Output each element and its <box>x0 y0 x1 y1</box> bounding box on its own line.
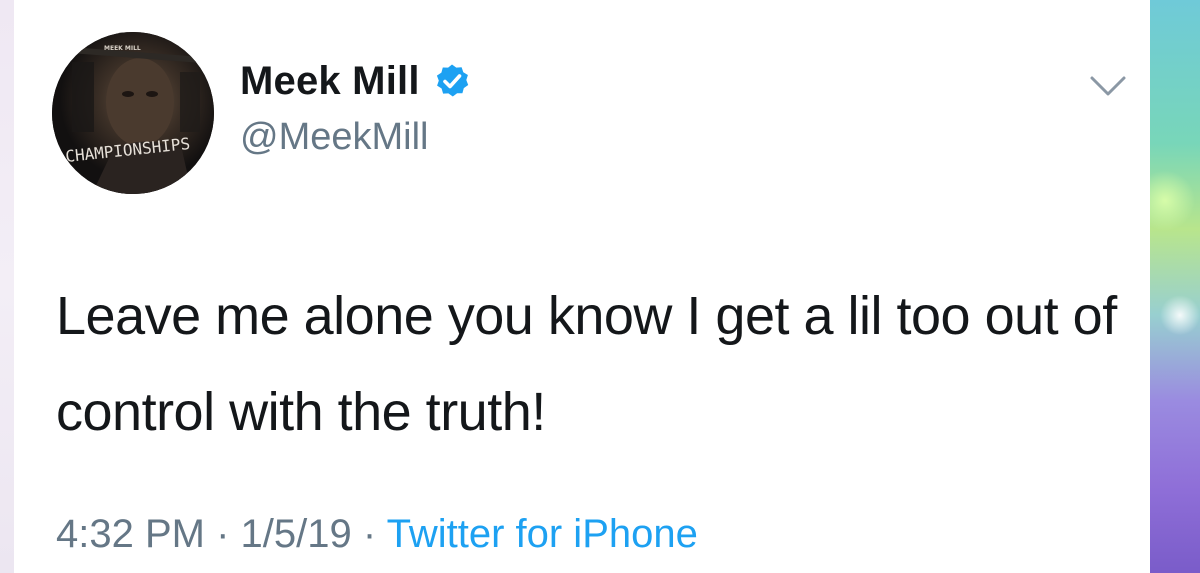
tweet-time[interactable]: 4:32 PM <box>56 512 205 556</box>
tweet-text: Leave me alone you know I get a lil too … <box>56 286 1117 442</box>
tweet-source-link[interactable]: Twitter for iPhone <box>387 512 698 556</box>
verified-badge-icon <box>434 63 470 99</box>
tweet-metadata: 4:32 PM · 1/5/19 · Twitter for iPhone <box>56 512 698 557</box>
avatar-image: MEEK MILL CHAMPIONSHIPS <box>52 32 214 194</box>
background-edge-left <box>0 0 14 573</box>
avatar-top-text: MEEK MILL <box>104 45 141 52</box>
meta-separator: · <box>216 512 230 556</box>
author-handle[interactable]: @MeekMill <box>240 116 428 159</box>
chevron-down-icon[interactable] <box>1088 74 1128 100</box>
author-name-row: Meek Mill <box>240 56 470 106</box>
avatar[interactable]: MEEK MILL CHAMPIONSHIPS <box>52 32 214 194</box>
author-display-name[interactable]: Meek Mill <box>240 59 420 104</box>
screenshot-stage: MEEK MILL CHAMPIONSHIPS Meek Mill @MeekM… <box>0 0 1200 573</box>
meta-separator: · <box>362 512 377 556</box>
tweet-card: MEEK MILL CHAMPIONSHIPS Meek Mill @MeekM… <box>14 0 1150 573</box>
background-edge-right <box>1150 0 1200 573</box>
tweet-date[interactable]: 1/5/19 <box>241 512 352 556</box>
